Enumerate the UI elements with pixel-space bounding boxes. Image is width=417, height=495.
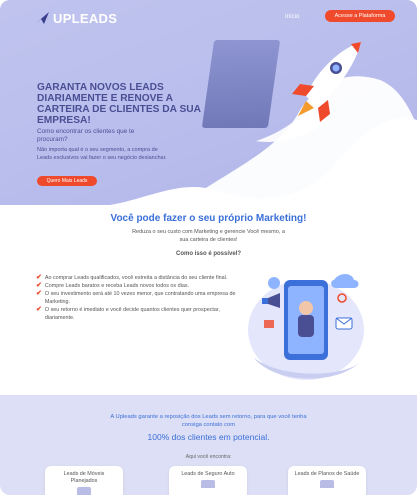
landing-page: UPLEADS Início Acesse a Plataforma GARAN…	[0, 0, 417, 495]
check-icon: ✔	[36, 306, 42, 313]
nav-home-link[interactable]: Início	[285, 14, 299, 20]
card-seguro-auto[interactable]: Leads de Seguro Auto	[169, 466, 247, 495]
hero-question: Como encontrar os clientes que te procur…	[37, 128, 135, 143]
card-label: Leads de Seguro Auto	[181, 471, 235, 477]
guarantee-text: A Upleads garante a reposição dos Leads …	[110, 414, 307, 428]
benefit-text: O seu investimento será até 10 vezes men…	[44, 291, 236, 305]
benefit-text: Compre Leads baratos e receba Leads novo…	[44, 283, 190, 289]
benefit-item: ✔ O seu retorno é imediato e você decide…	[36, 306, 236, 322]
card-label: Leads de Planos de Saúde	[294, 471, 360, 477]
health-icon	[320, 480, 334, 488]
card-planos-saude[interactable]: Leads de Planos de Saúde	[288, 466, 366, 495]
brand-logo[interactable]: UPLEADS	[34, 10, 117, 26]
rocket-icon	[256, 42, 361, 142]
card-label: Leads de Móveis Planejados	[63, 471, 105, 484]
card-moveis-planejados[interactable]: Leads de Móveis Planejados	[45, 466, 123, 495]
benefit-item: ✔ Ao comprar Leads qualificados, você es…	[36, 274, 236, 282]
hero-description: Não importa qual é o seu segmento, a com…	[37, 147, 167, 161]
more-leads-button[interactable]: Quero Mais Leads	[37, 176, 97, 186]
benefit-text: Ao comprar Leads qualificados, você estr…	[44, 275, 228, 281]
marketing-question: Como isso é possível?	[175, 251, 242, 257]
find-label: Aqui você encontra:	[185, 454, 232, 460]
benefits-list: ✔ Ao comprar Leads qualificados, você es…	[36, 274, 236, 322]
guarantee-highlight: 100% dos clientes em potencial.	[147, 432, 270, 442]
check-icon: ✔	[36, 274, 42, 281]
logo-arrow-icon	[35, 12, 49, 24]
phone-marketing-illustration	[248, 274, 364, 380]
benefit-item: ✔ Compre Leads baratos e receba Leads no…	[36, 282, 236, 290]
platform-access-button[interactable]: Acesse a Plataforma	[325, 10, 395, 22]
marketing-subtitle: Reduza o seu custo com Marketing e geren…	[132, 229, 285, 243]
check-icon: ✔	[36, 282, 42, 289]
furniture-icon	[77, 487, 91, 495]
benefit-item: ✔ O seu investimento será até 10 vezes m…	[36, 290, 236, 306]
check-icon: ✔	[36, 290, 42, 297]
car-icon	[201, 480, 215, 488]
benefit-text: O seu retorno é imediato e você decide q…	[44, 307, 220, 321]
hero-title: GARANTA NOVOS LEADS DIARIAMENTE E RENOVE…	[37, 82, 201, 126]
brand-name: UPLEADS	[53, 10, 118, 26]
hero-section: UPLEADS Início Acesse a Plataforma GARAN…	[0, 0, 417, 205]
marketing-title: Você pode fazer o seu próprio Marketing!	[110, 213, 307, 224]
